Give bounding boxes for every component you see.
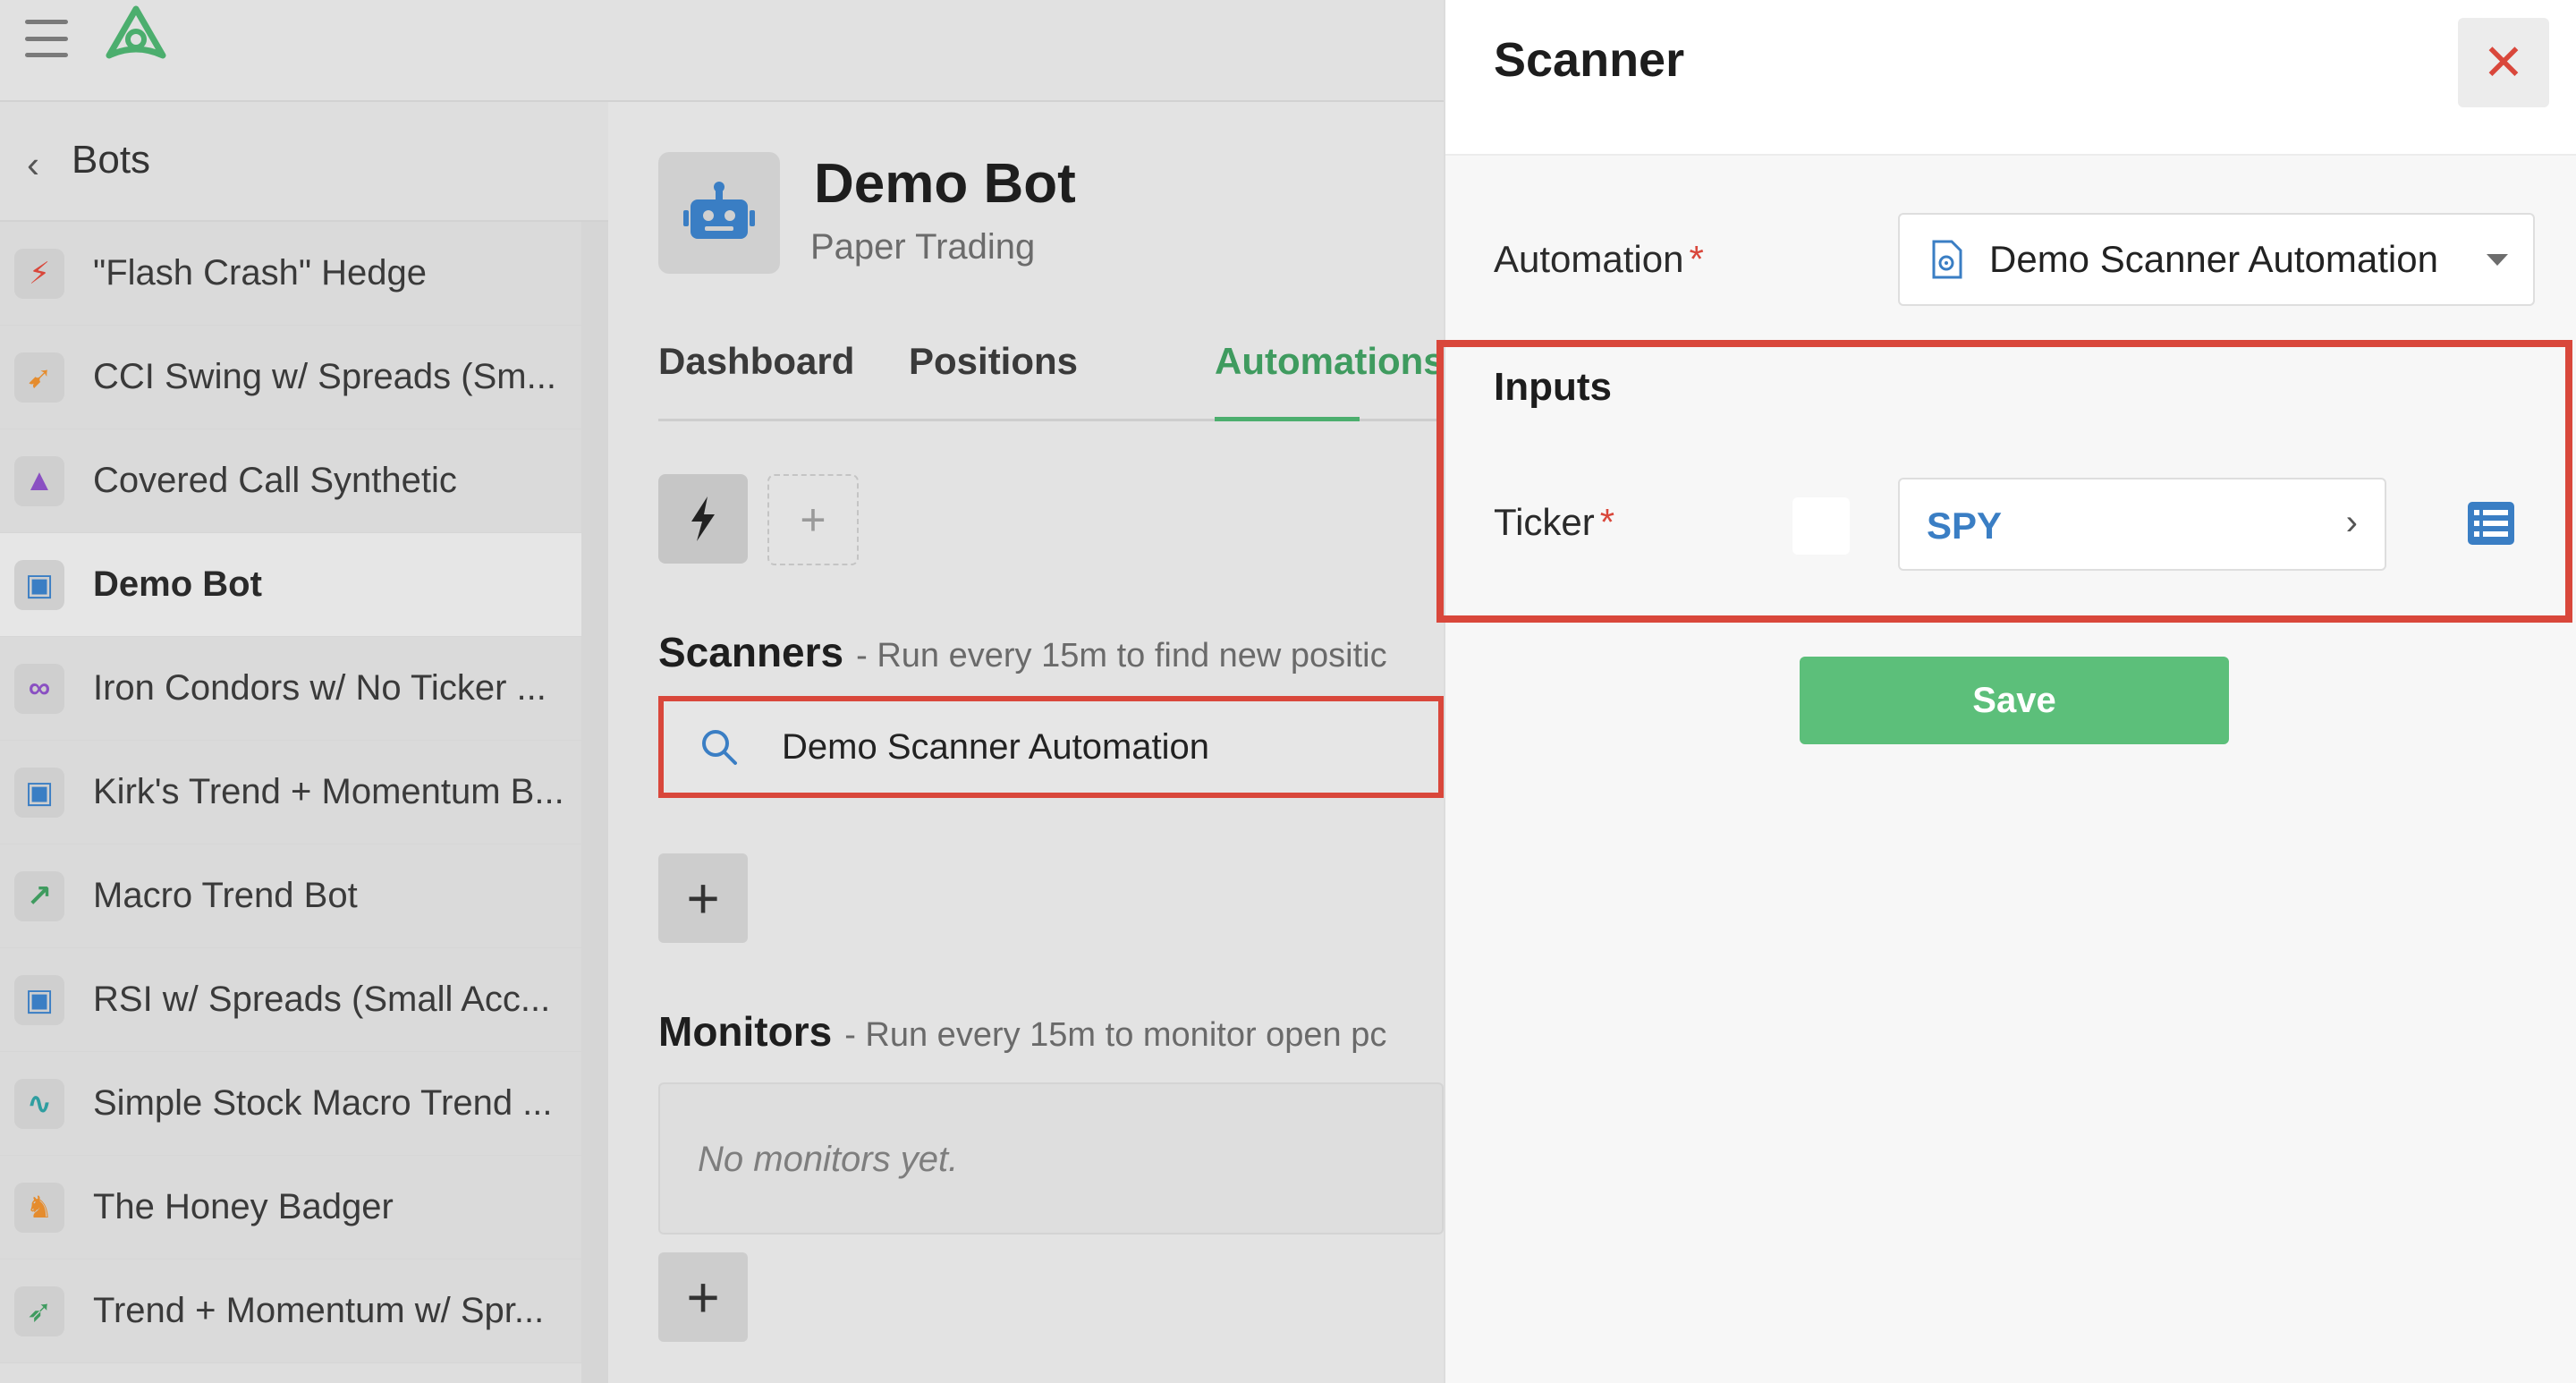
robot-icon	[658, 152, 780, 274]
bots-header[interactable]: ‹ Bots	[0, 102, 608, 222]
badger-icon: ♞	[14, 1182, 64, 1233]
bolt-icon[interactable]	[658, 474, 748, 564]
sidebar-item-bot[interactable]: ▣ Demo Bot	[0, 533, 581, 637]
panel-header: Scanner ✕	[1445, 0, 2576, 156]
scanners-subtitle: - Run every 15m to find new positic	[856, 637, 1387, 675]
chart-line-icon: ↗	[14, 870, 64, 921]
sidebar-item-bot[interactable]: ▣ Kirk's Trend + Momentum B...	[0, 741, 581, 844]
monitors-empty-text: No monitors yet.	[698, 1140, 959, 1179]
scanners-title: Scanners	[658, 629, 844, 675]
sidebar-item-label: Covered Call Synthetic	[93, 461, 457, 500]
sidebar-item-bot[interactable]: ∿ Simple Stock Macro Trend ...	[0, 1052, 581, 1156]
sidebar-item-bot[interactable]: ➹ CCI Swing w/ Spreads (Sm...	[0, 326, 581, 429]
sidebar-item-label: CCI Swing w/ Spreads (Sm...	[93, 357, 556, 396]
sidebar-item-label: Trend + Momentum w/ Spr...	[93, 1291, 545, 1330]
ticker-label: Ticker *	[1494, 501, 1614, 544]
automation-label-text: Automation	[1494, 238, 1684, 280]
sidebar-item-label: Simple Stock Macro Trend ...	[93, 1083, 553, 1123]
close-button[interactable]: ✕	[2458, 18, 2549, 107]
monitors-title: Monitors	[658, 1008, 833, 1055]
ticker-label-text: Ticker	[1494, 501, 1595, 543]
bot-name: Demo Bot	[814, 153, 1076, 215]
tab-positions[interactable]: Positions	[909, 340, 1078, 383]
sidebar-item-bot[interactable]: ⚡ "Flash Crash" Hedge	[0, 222, 581, 326]
add-quick-action-button[interactable]: +	[767, 474, 859, 565]
list-icon[interactable]	[2467, 501, 2515, 546]
main-content: Demo Bot Paper Trading Dashboard Positio…	[608, 102, 1445, 1383]
monitors-subtitle: - Run every 15m to monitor open pc	[844, 1016, 1387, 1054]
heartbeat-icon: ∿	[14, 1078, 64, 1129]
add-monitor-button[interactable]: +	[658, 1252, 748, 1342]
sidebar-item-bot[interactable]: ▣ RSI w/ Spreads (Small Acc...	[0, 948, 581, 1052]
robot-icon: ▣	[14, 974, 64, 1025]
bot-list: ⚡ "Flash Crash" Hedge ➹ CCI Swing w/ Spread…	[0, 222, 581, 1363]
sidebar-item-label: "Flash Crash" Hedge	[93, 253, 428, 293]
ticker-swatch	[1792, 497, 1850, 555]
sidebar-item-bot[interactable]: ∞ Iron Condors w/ No Ticker ...	[0, 637, 581, 741]
close-icon: ✕	[2482, 34, 2525, 90]
tab-dashboard[interactable]: Dashboard	[658, 340, 854, 383]
sidebar-item-bot[interactable]: ↗ Macro Trend Bot	[0, 844, 581, 948]
sidebar-item-bot[interactable]: ▲ Covered Call Synthetic	[0, 429, 581, 533]
sidebar-title: Bots	[72, 138, 151, 182]
scanner-item[interactable]: Demo Scanner Automation	[658, 696, 1444, 798]
required-mark: *	[1599, 501, 1615, 543]
rocket-icon: ➶	[14, 1285, 64, 1336]
bot-mode: Paper Trading	[810, 227, 1036, 267]
tab-bar: Dashboard Positions Automations	[658, 333, 1445, 421]
sidebar-item-label: Macro Trend Bot	[93, 876, 358, 915]
scanners-heading: Scanners - Run every 15m to find new posi…	[658, 628, 1387, 676]
add-scanner-button[interactable]: +	[658, 853, 748, 943]
save-button[interactable]: Save	[1800, 657, 2229, 744]
panel-title: Scanner	[1494, 33, 1685, 87]
required-mark: *	[1689, 238, 1704, 280]
gun-icon: ➹	[14, 352, 64, 403]
ticker-field[interactable]: SPY ›	[1898, 478, 2386, 571]
logo-icon[interactable]	[100, 4, 172, 68]
tab-automations[interactable]: Automations	[1215, 340, 1445, 383]
automation-select[interactable]: Demo Scanner Automation	[1898, 213, 2535, 306]
robot-icon: ▣	[14, 559, 64, 610]
hamburger-icon[interactable]	[25, 20, 68, 57]
top-bar	[0, 0, 1444, 102]
sidebar: ‹ Bots ⚡ "Flash Crash" Hedge ➹ CCI Swing w/…	[0, 102, 608, 1383]
wizard-hat-icon: ▲	[14, 455, 64, 506]
scanner-name: Demo Scanner Automation	[782, 726, 1210, 767]
scanner-panel: Scanner ✕ Automation * Demo Scanner Autom…	[1436, 0, 2576, 1383]
condor-icon: ∞	[14, 663, 64, 714]
sidebar-item-label: The Honey Badger	[93, 1187, 394, 1226]
caret-down-icon	[2487, 254, 2508, 266]
monitors-heading: Monitors - Run every 15m to monitor open …	[658, 1007, 1386, 1056]
sidebar-item-bot[interactable]: ♞ The Honey Badger	[0, 1156, 581, 1260]
monitors-empty-state: No monitors yet.	[658, 1082, 1444, 1235]
robot-icon: ▣	[14, 767, 64, 818]
search-icon	[702, 730, 737, 765]
inputs-title: Inputs	[1494, 365, 1612, 409]
ticker-value: SPY	[1927, 505, 2003, 547]
automation-label: Automation *	[1494, 238, 1704, 281]
sidebar-item-bot[interactable]: ➶ Trend + Momentum w/ Spr...	[0, 1260, 581, 1363]
sidebar-item-label: Kirk's Trend + Momentum B...	[93, 772, 564, 811]
automation-value: Demo Scanner Automation	[1989, 238, 2438, 280]
chevron-right-icon: ›	[2345, 503, 2358, 542]
bolt-icon: ⚡	[14, 248, 64, 299]
chevron-left-icon[interactable]: ‹	[27, 143, 39, 186]
automation-gear-icon	[1932, 240, 1962, 279]
sidebar-item-label: RSI w/ Spreads (Small Acc...	[93, 980, 551, 1019]
active-tab-indicator	[1215, 417, 1360, 421]
sidebar-item-label: Iron Condors w/ No Ticker ...	[93, 668, 547, 708]
sidebar-item-label: Demo Bot	[93, 564, 262, 604]
sidebar-divider	[581, 222, 608, 1383]
